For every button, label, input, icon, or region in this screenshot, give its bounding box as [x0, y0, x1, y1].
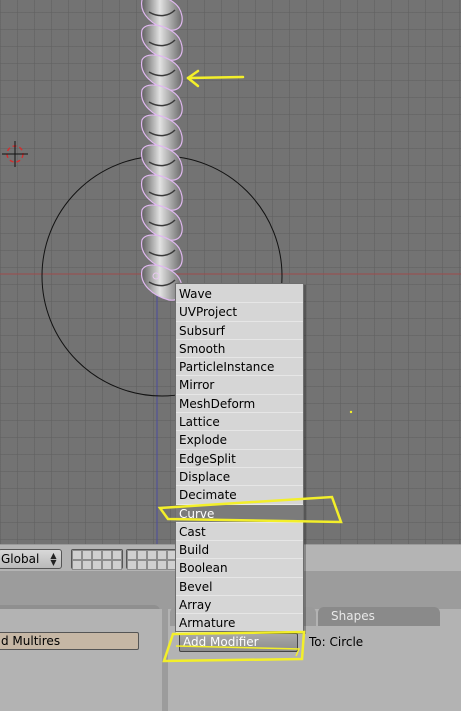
layer-buttons-group-2[interactable] — [126, 549, 178, 570]
transform-orientation-select[interactable]: Global ▲ ▼ — [0, 549, 62, 569]
tab-shapes[interactable]: Shapes — [318, 607, 440, 626]
menu-item-meshdeform[interactable]: MeshDeform — [176, 395, 303, 414]
menu-item-explode[interactable]: Explode — [176, 431, 303, 450]
menu-item-decimate[interactable]: Decimate — [176, 486, 303, 505]
multires-button[interactable]: d Multires — [0, 632, 139, 650]
updown-arrows-icon: ▲ ▼ — [50, 551, 57, 567]
menu-item-wave[interactable]: Wave — [176, 285, 303, 304]
menu-item-edgesplit[interactable]: EdgeSplit — [176, 450, 303, 468]
menu-item-uvproject[interactable]: UVProject — [176, 303, 303, 322]
menu-item-smooth[interactable]: Smooth — [176, 340, 303, 359]
3d-cursor-icon[interactable] — [2, 141, 28, 167]
menu-item-subsurf[interactable]: Subsurf — [176, 322, 303, 340]
menu-item-particleinstance[interactable]: ParticleInstance — [176, 358, 303, 377]
menu-item-armature[interactable]: Armature — [176, 614, 303, 633]
menu-item-array[interactable]: Array — [176, 596, 303, 615]
menu-item-lattice[interactable]: Lattice — [176, 413, 303, 432]
multires-panel — [0, 609, 162, 711]
menu-item-build[interactable]: Build — [176, 541, 303, 560]
add-modifier-menu[interactable]: Wave UVProject Subsurf Smooth ParticleIn… — [175, 283, 304, 633]
menu-item-boolean[interactable]: Boolean — [176, 559, 303, 578]
layer-buttons-group-1[interactable] — [71, 549, 123, 570]
menu-item-displace[interactable]: Displace — [176, 468, 303, 487]
vertex-dot — [349, 410, 353, 414]
menu-item-cast[interactable]: Cast — [176, 523, 303, 542]
menu-item-mirror[interactable]: Mirror — [176, 376, 303, 395]
transform-orientation-label: Global — [1, 552, 40, 566]
add-modifier-button[interactable]: Add Modifier — [179, 633, 298, 652]
twisted-spiral-mesh[interactable] — [141, 0, 183, 301]
modifier-target-label: To: Circle — [309, 635, 364, 649]
menu-item-curve[interactable]: Curve — [176, 504, 303, 523]
menu-item-bevel[interactable]: Bevel — [176, 578, 303, 597]
